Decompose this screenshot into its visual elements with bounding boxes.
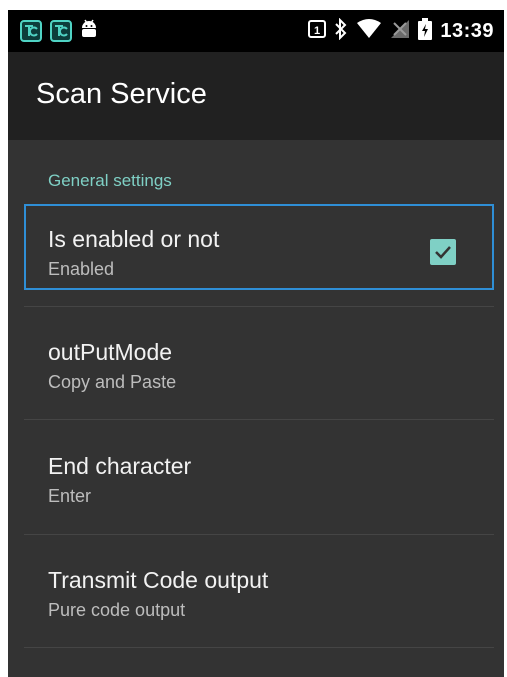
setting-title-output-mode: outPutMode xyxy=(48,339,173,365)
setting-title-transmit-code-output: Transmit Code output xyxy=(48,567,269,593)
checkmark-icon xyxy=(435,246,451,259)
enabled-checkbox[interactable] xyxy=(430,239,456,265)
app-bar: Scan Service xyxy=(8,52,504,140)
page-title: Scan Service xyxy=(36,78,207,110)
status-bar: 1 13:39 xyxy=(8,10,504,52)
setting-summary-output-mode: Copy and Paste xyxy=(48,372,177,392)
setting-item-transmit-code-output[interactable]: Transmit Code output Pure code output xyxy=(8,535,504,647)
setting-item-end-character[interactable]: End character Enter xyxy=(8,420,504,534)
setting-item-output-mode[interactable]: outPutMode Copy and Paste xyxy=(8,307,504,419)
tc-app-icon xyxy=(20,20,42,42)
setting-title-is-enabled: Is enabled or not xyxy=(48,226,220,252)
battery-icon xyxy=(418,17,433,45)
setting-summary-transmit-code-output: Pure code output xyxy=(48,600,186,620)
status-bar-system-icons: 1 13:39 xyxy=(308,17,494,45)
section-header-general-settings: General settings xyxy=(48,171,172,190)
setting-summary-is-enabled: Enabled xyxy=(48,259,115,279)
setting-title-end-character: End character xyxy=(48,453,192,479)
bluetooth-icon xyxy=(334,17,348,45)
android-debug-icon xyxy=(80,18,98,45)
no-signal-icon xyxy=(390,19,410,44)
tc-app-icon xyxy=(50,20,72,42)
svg-text:1: 1 xyxy=(314,25,320,37)
sim-icon: 1 xyxy=(308,19,327,44)
setting-summary-end-character: Enter xyxy=(48,486,92,506)
clock-time: 13:39 xyxy=(440,19,494,42)
status-bar-notifications xyxy=(20,19,98,43)
phone-screen: 1 13:39 Scan Service General settings Is… xyxy=(8,10,504,677)
wifi-icon xyxy=(356,18,382,44)
divider xyxy=(24,647,494,648)
